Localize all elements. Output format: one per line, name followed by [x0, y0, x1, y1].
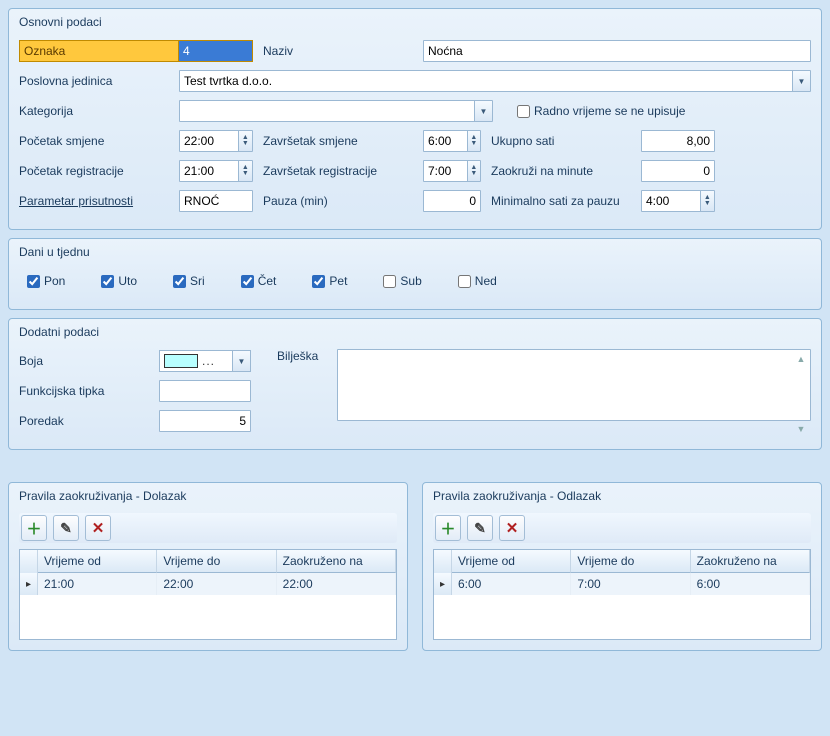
poslovna-jedinica-combo[interactable]: ▼: [179, 70, 811, 92]
panel-pravila-odlazak: Pravila zaokruživanja - Odlazak ＋ ✎ ✕ Vr…: [422, 482, 822, 651]
day-checkbox-sri[interactable]: Sri: [169, 272, 205, 291]
panel-title: Dodatni podaci: [9, 319, 821, 343]
delete-button[interactable]: ✕: [85, 515, 111, 541]
chevron-down-icon[interactable]: ▼: [242, 171, 249, 177]
pocetak-smjene-spinner[interactable]: ▲▼: [179, 130, 253, 152]
col-vrijeme-do[interactable]: Vrijeme do: [157, 550, 276, 573]
toolbar: ＋ ✎ ✕: [433, 513, 811, 543]
min-sati-pauza-label: Minimalno sati za pauzu: [491, 194, 641, 208]
chevron-down-icon[interactable]: ▼: [242, 141, 249, 147]
chevron-down-icon[interactable]: ▼: [794, 422, 808, 436]
day-checkbox-sub[interactable]: Sub: [379, 272, 421, 291]
poslovna-jedinica-input[interactable]: [180, 72, 792, 90]
min-sati-pauza-spinner[interactable]: ▲▼: [641, 190, 715, 212]
add-button[interactable]: ＋: [435, 515, 461, 541]
chevron-down-icon[interactable]: ▼: [470, 141, 477, 147]
zavrsetak-smjene-label: Završetak smjene: [253, 134, 423, 148]
zaokruzi-na-minute-input[interactable]: [641, 160, 715, 182]
delete-button[interactable]: ✕: [499, 515, 525, 541]
boja-picker[interactable]: ...: [159, 350, 233, 372]
panel-osnovni-podaci: Osnovni podaci Oznaka 4 Naziv Poslovna j…: [8, 8, 822, 230]
day-checkbox-čet[interactable]: Čet: [237, 272, 277, 291]
poslovna-jedinica-label: Poslovna jedinica: [19, 74, 179, 88]
panel-title: Dani u tjednu: [9, 239, 821, 263]
grid-dolazak: Vrijeme od Vrijeme do Zaokruženo na ▸ 21…: [19, 549, 397, 640]
oznaka-input[interactable]: 4: [179, 40, 253, 62]
col-zaokruzeno-na[interactable]: Zaokruženo na: [691, 550, 810, 573]
panel-pravila-dolazak: Pravila zaokruživanja - Dolazak ＋ ✎ ✕ Vr…: [8, 482, 408, 651]
toolbar: ＋ ✎ ✕: [19, 513, 397, 543]
kategorija-combo[interactable]: ▼: [179, 100, 493, 122]
pauza-input[interactable]: [423, 190, 481, 212]
day-checkbox-ned[interactable]: Ned: [454, 272, 497, 291]
chevron-down-icon[interactable]: ▼: [233, 350, 251, 372]
ukupno-sati-input[interactable]: [641, 130, 715, 152]
chevron-down-icon[interactable]: ▼: [470, 171, 477, 177]
boja-label: Boja: [19, 354, 159, 368]
chevron-down-icon[interactable]: ▼: [474, 101, 492, 121]
pocetak-smjene-label: Početak smjene: [19, 134, 179, 148]
zavrsetak-registracije-spinner[interactable]: ▲▼: [423, 160, 481, 182]
poredak-input[interactable]: [159, 410, 251, 432]
chevron-down-icon[interactable]: ▼: [704, 201, 711, 207]
parametar-prisutnosti-input[interactable]: [179, 190, 253, 212]
zavrsetak-smjene-spinner[interactable]: ▲▼: [423, 130, 481, 152]
ukupno-sati-label: Ukupno sati: [491, 134, 641, 148]
poredak-label: Poredak: [19, 414, 159, 428]
color-swatch: [164, 354, 198, 368]
naziv-label: Naziv: [253, 44, 423, 58]
biljeska-textarea[interactable]: [337, 349, 811, 421]
edit-button[interactable]: ✎: [467, 515, 493, 541]
pocetak-registracije-label: Početak registracije: [19, 164, 179, 178]
row-indicator-icon: ▸: [434, 573, 452, 595]
add-button[interactable]: ＋: [21, 515, 47, 541]
day-checkbox-pon[interactable]: Pon: [23, 272, 65, 291]
col-vrijeme-do[interactable]: Vrijeme do: [571, 550, 690, 573]
biljeska-label: Bilješka: [277, 349, 337, 439]
zaokruzi-na-minute-label: Zaokruži na minute: [491, 164, 641, 178]
table-row[interactable]: ▸ 6:00 7:00 6:00: [434, 573, 810, 595]
pauza-label: Pauza (min): [253, 194, 423, 208]
kategorija-label: Kategorija: [19, 104, 179, 118]
row-indicator-icon: ▸: [20, 573, 38, 595]
pocetak-registracije-spinner[interactable]: ▲▼: [179, 160, 253, 182]
chevron-down-icon[interactable]: ▼: [792, 71, 810, 91]
day-checkbox-pet[interactable]: Pet: [308, 272, 347, 291]
naziv-input[interactable]: [423, 40, 811, 62]
panel-dani-u-tjednu: Dani u tjednu Pon Uto Sri Čet Pet Sub Ned: [8, 238, 822, 310]
kategorija-input[interactable]: [180, 102, 474, 120]
panel-title: Osnovni podaci: [9, 9, 821, 33]
col-vrijeme-od[interactable]: Vrijeme od: [38, 550, 157, 573]
panel-title: Pravila zaokruživanja - Odlazak: [423, 483, 821, 507]
radno-vrijeme-checkbox[interactable]: Radno vrijeme se ne upisuje: [513, 102, 685, 121]
panel-dodatni-podaci: Dodatni podaci Boja ... ▼ Funkcijska tip…: [8, 318, 822, 450]
col-vrijeme-od[interactable]: Vrijeme od: [452, 550, 571, 573]
table-row[interactable]: ▸ 21:00 22:00 22:00: [20, 573, 396, 595]
parametar-prisutnosti-label[interactable]: Parametar prisutnosti: [19, 194, 179, 208]
funkcijska-tipka-input[interactable]: [159, 380, 251, 402]
chevron-up-icon[interactable]: ▲: [794, 352, 808, 366]
col-zaokruzeno-na[interactable]: Zaokruženo na: [277, 550, 396, 573]
zavrsetak-registracije-label: Završetak registracije: [253, 164, 423, 178]
edit-button[interactable]: ✎: [53, 515, 79, 541]
panel-title: Pravila zaokruživanja - Dolazak: [9, 483, 407, 507]
funkcijska-tipka-label: Funkcijska tipka: [19, 384, 159, 398]
oznaka-label: Oznaka: [19, 40, 179, 62]
day-checkbox-uto[interactable]: Uto: [97, 272, 137, 291]
grid-odlazak: Vrijeme od Vrijeme do Zaokruženo na ▸ 6:…: [433, 549, 811, 640]
